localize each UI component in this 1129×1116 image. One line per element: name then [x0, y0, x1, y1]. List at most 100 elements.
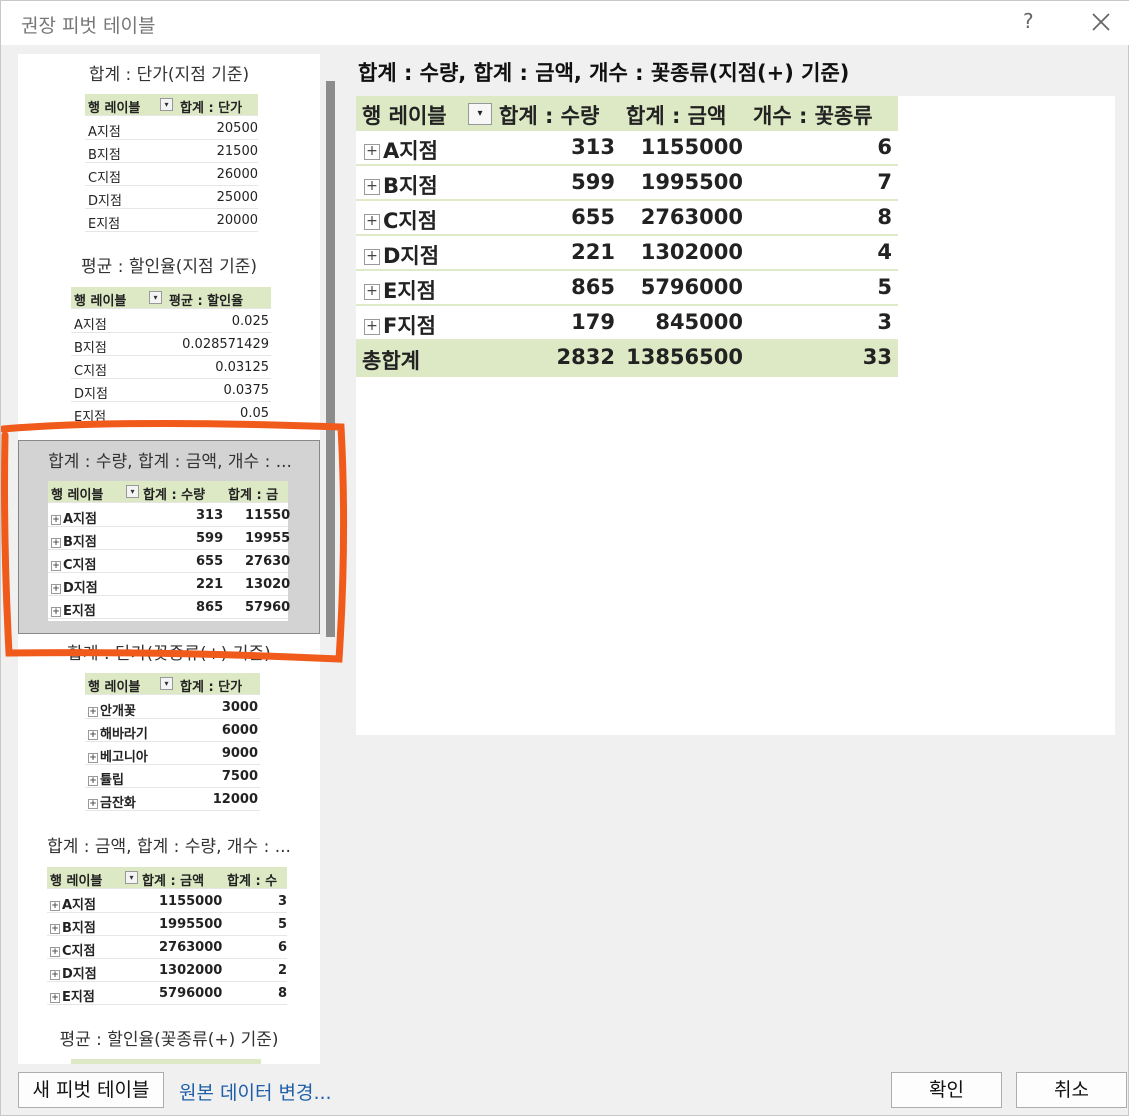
row-value: 5: [278, 917, 288, 932]
row-label: C지점: [383, 209, 438, 233]
table-row: + E지점 5796000 8: [47, 982, 287, 1005]
row-value: 26000: [216, 167, 258, 182]
cancel-button[interactable]: 취소: [1016, 1072, 1127, 1108]
table-row: C지점 0.03125: [71, 356, 271, 379]
header-cell: 합계 : 금액: [142, 874, 205, 889]
ok-button[interactable]: 확인: [891, 1072, 1002, 1108]
header-cell: 합계 : 금: [228, 488, 279, 503]
row-value: 20500: [216, 121, 258, 136]
expand-icon[interactable]: +: [88, 752, 98, 763]
recommendation-list[interactable]: 합계 : 단가(지점 기준) 행 레이블 ▾ 합계 : 단가 A지점 20500 …: [18, 54, 320, 1064]
table-row: D지점 0.0375: [71, 379, 271, 402]
table-row: A지점 20500: [85, 117, 258, 140]
expand-icon[interactable]: +: [364, 214, 380, 230]
expand-icon[interactable]: +: [51, 583, 61, 594]
row-value: 655: [571, 205, 615, 229]
expand-icon[interactable]: +: [364, 144, 380, 160]
row-value: 8: [278, 986, 288, 1001]
expand-icon[interactable]: +: [364, 284, 380, 300]
row-label: C지점: [88, 171, 121, 186]
table-row: + B지점 1995500 5: [47, 913, 287, 936]
row-label: D지점: [63, 581, 98, 596]
row-label: 베고니아: [100, 750, 148, 765]
expand-icon[interactable]: +: [50, 900, 60, 911]
recommendation-item-selected[interactable]: 합계 : 수량, 합계 : 금액, 개수 : ... 행 레이블 ▾ 합계 : …: [18, 440, 320, 634]
row-value: 3000: [221, 700, 258, 715]
filter-dropdown-icon: ▾: [125, 871, 138, 884]
table-row: + E지점 865 57960: [48, 596, 291, 619]
expand-icon[interactable]: +: [364, 249, 380, 265]
row-value: 1302000: [159, 963, 223, 978]
row-label: E지점: [383, 279, 436, 303]
expand-icon[interactable]: +: [51, 537, 61, 548]
row-value: 655: [196, 554, 224, 569]
header-cell: 합계 : 수: [227, 874, 278, 889]
row-value: 221: [571, 240, 615, 264]
filter-dropdown-icon[interactable]: ▾: [468, 103, 492, 125]
row-label: F지점: [383, 314, 436, 338]
recommendation-item[interactable]: 평균 : 할인율(꽃종류(+) 기준): [18, 1019, 320, 1064]
header-cell: 행 레이블: [88, 101, 141, 116]
expand-icon[interactable]: +: [364, 319, 380, 335]
row-label: A지점: [88, 125, 121, 140]
table-row: + A지점 313 11550: [48, 504, 290, 527]
expand-icon[interactable]: +: [51, 514, 61, 525]
change-source-data-link[interactable]: 원본 데이터 변경...: [179, 1078, 332, 1105]
row-value: 8: [877, 205, 892, 229]
header-cell: 개수 : 꽃종류: [753, 104, 873, 128]
recommendation-item[interactable]: 합계 : 단가(꽃종류(+) 기준) 행 레이블 ▾ 합계 : 단가 + 안개꽃 3…: [18, 636, 320, 816]
scrollbar-thumb[interactable]: [326, 81, 335, 637]
row-label: B지점: [88, 148, 121, 163]
row-label: 안개꽃: [100, 704, 136, 719]
expand-icon[interactable]: +: [50, 946, 60, 957]
expand-icon[interactable]: +: [50, 923, 60, 934]
row-value: 0.028571429: [182, 337, 269, 352]
table-row: + B지점 599 19955: [48, 527, 291, 550]
row-label: E지점: [88, 217, 121, 232]
recommendation-title: 합계 : 단가(꽃종류(+) 기준): [67, 644, 271, 664]
expand-icon[interactable]: +: [51, 560, 61, 571]
help-icon[interactable]: ?: [1023, 9, 1034, 33]
row-label: A지점: [62, 898, 96, 913]
row-value: 1155000: [159, 894, 223, 909]
row-value: 865: [571, 275, 615, 299]
table-row: E지점 0.05: [71, 402, 271, 425]
table-row: + 튤립 7500: [85, 765, 260, 788]
recommendation-item[interactable]: 합계 : 단가(지점 기준) 행 레이블 ▾ 합계 : 단가 A지점 20500 …: [18, 54, 320, 239]
row-value: 313: [571, 135, 615, 159]
header-cell: 합계 : 수량: [143, 488, 206, 503]
recommendation-item[interactable]: 평균 : 할인율(지점 기준) 행 레이블 ▾ 평균 : 할인율 A지점 0.02…: [18, 246, 320, 436]
expand-icon[interactable]: +: [88, 775, 98, 786]
expand-icon[interactable]: +: [88, 798, 98, 809]
row-label: D지점: [62, 967, 97, 982]
recommendation-title: 합계 : 금액, 합계 : 수량, 개수 : ...: [47, 837, 291, 857]
row-value: 3: [278, 894, 288, 909]
new-pivot-table-button[interactable]: 새 피벗 테이블: [18, 1072, 164, 1108]
recommendation-title: 합계 : 수량, 합계 : 금액, 개수 : ...: [48, 452, 292, 472]
preview-title: 합계 : 수량, 합계 : 금액, 개수 : 꽃종류(지점(+) 기준): [358, 61, 850, 85]
row-value: 1995500: [159, 917, 223, 932]
row-value: 19955: [245, 531, 291, 546]
row-label: C지점: [63, 558, 97, 573]
filter-dropdown-icon: ▾: [160, 98, 173, 111]
recommendation-item[interactable]: 합계 : 금액, 합계 : 수량, 개수 : ... 행 레이블 ▾ 합계 : …: [18, 824, 320, 1014]
row-value: 0.05: [240, 406, 269, 421]
table-row: E지점 20000: [85, 209, 258, 232]
row-value: 2763000: [159, 940, 223, 955]
expand-icon[interactable]: +: [88, 706, 98, 717]
expand-icon[interactable]: +: [51, 606, 61, 617]
close-icon[interactable]: [1090, 11, 1112, 33]
row-value: 21500: [216, 144, 258, 159]
expand-icon[interactable]: +: [88, 729, 98, 740]
row-value: 57960: [245, 600, 291, 615]
filter-dropdown-icon: ▾: [126, 485, 139, 498]
expand-icon[interactable]: +: [364, 179, 380, 195]
recommendation-title: 합계 : 단가(지점 기준): [88, 65, 250, 85]
row-value: 20000: [216, 213, 258, 228]
expand-icon[interactable]: +: [50, 969, 60, 980]
preview-row: + E지점 865 5796000 5: [356, 271, 898, 306]
row-label: A지점: [383, 139, 438, 163]
row-label: E지점: [62, 990, 95, 1005]
expand-icon[interactable]: +: [50, 992, 60, 1003]
row-value: 6: [278, 940, 288, 955]
